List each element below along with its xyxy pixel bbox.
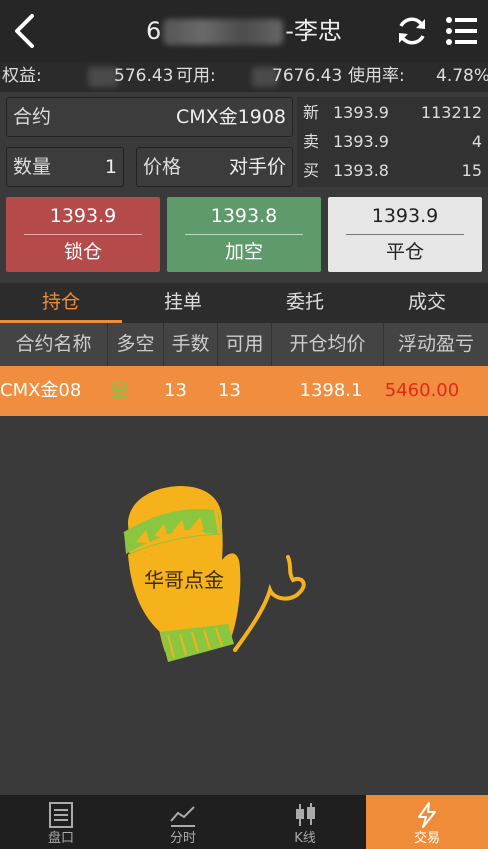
- tab-pending[interactable]: 挂单: [122, 283, 244, 323]
- quote-price: 1393.9: [333, 132, 389, 151]
- nav-label: 分时: [169, 831, 196, 846]
- column-header: 可用: [218, 323, 272, 366]
- equity-value: 576.43: [114, 66, 174, 86]
- tab-positions[interactable]: 持仓: [0, 283, 122, 323]
- table-header: 合约名称 多空 手数 可用 开仓均价 浮动盈亏: [0, 323, 488, 366]
- title-suffix: -李忠: [285, 17, 342, 45]
- position-pnl: 5460.00: [384, 380, 460, 401]
- table-row[interactable]: CMX金08 空 13 13 1398.1 5460.00: [0, 366, 488, 416]
- tab-orders[interactable]: 委托: [244, 283, 366, 323]
- column-header: 多空: [108, 323, 164, 366]
- position-avg-price: 1398.1: [299, 380, 363, 401]
- quote-key: 新: [303, 103, 320, 122]
- usage-value: 4.78%: [436, 66, 488, 86]
- quote-volume: 4: [471, 132, 482, 151]
- divider: [185, 234, 303, 235]
- equity-label: 权益:: [2, 66, 42, 86]
- close-position-button[interactable]: 1393.9 平仓: [328, 197, 482, 272]
- add-short-button[interactable]: 1393.8 加空: [167, 197, 321, 272]
- price-label: 价格: [143, 156, 182, 178]
- bottom-nav: 盘口 分时 K线 交易: [0, 795, 488, 849]
- short-label: 加空: [224, 241, 263, 263]
- position-direction: 空: [110, 380, 128, 401]
- quote-volume: 15: [461, 161, 482, 180]
- lock-position-button[interactable]: 1393.9 锁仓: [6, 197, 160, 272]
- tab-label: 委托: [285, 291, 324, 313]
- position-contract: CMX金08: [0, 380, 82, 401]
- logo-text: 华哥点金: [144, 568, 224, 592]
- nav-trade[interactable]: 交易: [366, 795, 488, 849]
- nav-label: 交易: [413, 831, 440, 846]
- quantity-value: 1: [104, 156, 117, 178]
- price-field[interactable]: 价格 对手价: [136, 147, 293, 187]
- title-prefix: 6: [146, 17, 162, 45]
- usage-label: 使用率:: [348, 66, 405, 86]
- lock-label: 锁仓: [63, 241, 102, 263]
- column-header: 浮动盈亏: [397, 333, 474, 355]
- list-icon: [49, 802, 73, 828]
- brand-mitten-logo: 华哥点金: [110, 472, 350, 672]
- quote-price: 1393.8: [333, 161, 389, 180]
- refresh-icon[interactable]: [395, 14, 429, 48]
- quote-volume: 113212: [420, 103, 482, 122]
- line-chart-icon: [170, 806, 195, 827]
- redacted-account: [163, 19, 284, 45]
- tab-trades[interactable]: 成交: [366, 283, 488, 323]
- quote-row-ask: 卖 1393.9 4: [297, 128, 488, 156]
- nav-label: 盘口: [47, 831, 74, 846]
- nav-intraday[interactable]: 分时: [122, 795, 244, 849]
- contract-value: CMX金1908: [175, 106, 286, 128]
- trading-screen: 6 -李忠 权益: 576.43 可用: 7676.43 使用率: 4.78% 合…: [0, 0, 488, 849]
- column-header: 开仓均价: [272, 323, 384, 366]
- available-value: 7676.43: [272, 66, 343, 86]
- candlestick-icon: [296, 803, 315, 826]
- price-value: 对手价: [228, 156, 286, 178]
- lightning-icon: [418, 802, 436, 828]
- close-label: 平仓: [385, 241, 424, 263]
- account-summary: 权益: 576.43 可用: 7676.43 使用率: 4.78%: [0, 62, 488, 92]
- tab-label: 挂单: [163, 291, 202, 313]
- lock-price: 1393.9: [49, 205, 117, 227]
- available-label: 可用:: [176, 66, 216, 86]
- quote-row-bid: 买 1393.8 15: [297, 157, 488, 185]
- nav-orderbook[interactable]: 盘口: [0, 795, 122, 849]
- quote-panel: 新 1393.9 113212 卖 1393.9 4 买 1393.8 15: [297, 97, 488, 187]
- short-price: 1393.8: [210, 205, 278, 227]
- tab-label: 成交: [407, 291, 446, 313]
- quote-row-last: 新 1393.9 113212: [297, 99, 488, 127]
- quantity-label: 数量: [13, 156, 52, 178]
- back-icon[interactable]: [10, 12, 40, 50]
- nav-label: K线: [294, 831, 316, 846]
- header-bar: 6 -李忠: [0, 0, 488, 62]
- close-price: 1393.9: [371, 205, 439, 227]
- position-available: 13: [218, 380, 241, 401]
- contract-selector[interactable]: 合约 CMX金1908: [6, 97, 293, 137]
- nav-kline[interactable]: K线: [244, 795, 366, 849]
- menu-icon[interactable]: [445, 16, 479, 46]
- tab-label: 持仓: [41, 291, 80, 313]
- column-header: 手数: [164, 323, 218, 366]
- page-title: 6 -李忠: [100, 14, 388, 48]
- divider: [346, 234, 464, 235]
- contract-label: 合约: [13, 106, 52, 128]
- tab-bar: 持仓 挂单 委托 成交: [0, 283, 488, 323]
- column-header: 合约名称: [0, 323, 108, 366]
- quote-key: 买: [303, 161, 320, 180]
- position-lots: 13: [164, 380, 187, 401]
- quantity-field[interactable]: 数量 1: [6, 147, 124, 187]
- divider: [24, 234, 142, 235]
- quote-price: 1393.9: [333, 103, 389, 122]
- quote-key: 卖: [303, 132, 320, 151]
